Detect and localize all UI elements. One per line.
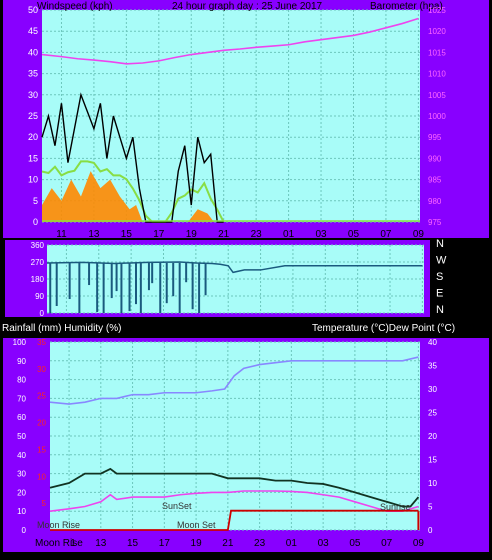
windspeed-tick: 15 [28, 153, 38, 163]
moon-rise-annotation: Moon Rise [37, 520, 80, 530]
rain-tick: 25 [37, 392, 46, 401]
humidity-tick: 100 [13, 338, 27, 347]
rain-tick: 5 [42, 499, 47, 508]
barometer-tick: 1025 [428, 6, 446, 15]
moon-set-annotation: Moon Set [177, 520, 216, 530]
top-x-tick: 15 [121, 229, 133, 240]
rain-tick: 20 [37, 419, 46, 428]
bottom-x-tick: 17 [159, 538, 171, 549]
temperature-dewpoint-title: Temperature (°C)Dew Point (°C) [312, 323, 455, 334]
direction-tick: 0 [40, 309, 45, 318]
weather-chart-canvas: Windspeed (kph) 24 hour graph day : 25 J… [0, 0, 492, 555]
temperature-tick: 30 [428, 385, 437, 394]
bottom-x-tick: 15 [127, 538, 139, 549]
top-x-tick: 03 [315, 229, 327, 240]
windspeed-tick: 35 [28, 69, 38, 79]
top-x-tick: 09 [413, 229, 425, 240]
top-x-tick: 01 [283, 229, 295, 240]
compass-label: S [436, 271, 443, 283]
barometer-tick: 980 [428, 197, 442, 206]
temperature-tick: 25 [428, 409, 437, 418]
rain-tick: 10 [37, 472, 46, 481]
bottom-x-tick: 23 [254, 538, 266, 549]
humidity-tick: 90 [17, 357, 26, 366]
top-x-tick: 13 [88, 229, 100, 240]
sunrise-annotation: Sunrise [380, 502, 411, 512]
temperature-tick: 10 [428, 479, 437, 488]
temperature-tick: 0 [428, 526, 433, 535]
compass-label: E [436, 288, 443, 300]
barometer-tick: 990 [428, 154, 442, 163]
temperature-tick: 40 [428, 338, 437, 347]
temperature-tick: 35 [428, 362, 437, 371]
direction-tick: 180 [31, 275, 45, 284]
top-x-tick: 17 [153, 229, 165, 240]
humidity-tick: 70 [17, 394, 26, 403]
windspeed-tick: 45 [28, 26, 38, 36]
barometer-tick: 1020 [428, 27, 446, 36]
windspeed-tick: 0 [33, 217, 38, 227]
top-x-tick: 05 [348, 229, 360, 240]
barometer-tick: 1005 [428, 91, 446, 100]
top-x-tick: 19 [186, 229, 198, 240]
windspeed-tick: 40 [28, 47, 38, 57]
top-x-tick: 23 [251, 229, 263, 240]
compass-label: N [436, 238, 444, 250]
chart-title: 24 hour graph day : 25 June 2017 [172, 1, 323, 12]
rain-humidity-title: Rainfall (mm) Humidity (%) [2, 323, 121, 334]
bottom-x-tick: 21 [222, 538, 234, 549]
humidity-tick: 20 [17, 488, 26, 497]
bottom-x-tick: 03 [318, 538, 330, 549]
bottom-x-tick: 09 [413, 538, 425, 549]
moon-rise-axis-prefix: Moon Rise [35, 538, 83, 549]
top-x-tick: 21 [218, 229, 230, 240]
bottom-x-tick: 05 [349, 538, 361, 549]
bottom-x-tick: 13 [95, 538, 107, 549]
humidity-tick: 50 [17, 432, 26, 441]
windspeed-tick: 25 [28, 111, 38, 121]
barometer-tick: 985 [428, 176, 442, 185]
direction-tick: 360 [31, 241, 45, 250]
direction-tick: 270 [31, 258, 45, 267]
barometer-tick: 1000 [428, 112, 446, 121]
barometer-tick: 1015 [428, 48, 446, 57]
temperature-tick: 5 [428, 503, 433, 512]
windspeed-tick: 5 [33, 196, 38, 206]
humidity-tick: 40 [17, 451, 26, 460]
sunset-annotation: SunSet [162, 501, 192, 511]
humidity-tick: 60 [17, 413, 26, 422]
barometer-tick: 995 [428, 133, 442, 142]
humidity-tick: 30 [17, 470, 26, 479]
humidity-tick: 10 [17, 507, 26, 516]
windspeed-axis-title: Windspeed (kph) [37, 1, 113, 12]
windspeed-tick: 10 [28, 175, 38, 185]
compass-label: W [436, 255, 447, 267]
temperature-tick: 20 [428, 432, 437, 441]
top-x-tick: 11 [56, 229, 67, 240]
bottom-x-tick: 07 [381, 538, 393, 549]
rain-tick: 35 [37, 338, 46, 347]
windspeed-tick: 50 [28, 5, 38, 15]
windspeed-tick: 20 [28, 132, 38, 142]
barometer-tick: 975 [428, 218, 442, 227]
barometer-tick: 1010 [428, 70, 446, 79]
bottom-x-tick: 01 [286, 538, 298, 549]
humidity-tick: 80 [17, 376, 26, 385]
compass-label: N [436, 304, 444, 316]
temperature-tick: 15 [428, 456, 437, 465]
bottom-x-tick: 19 [191, 538, 203, 549]
top-x-tick: 07 [380, 229, 392, 240]
direction-tick: 90 [35, 292, 44, 301]
humidity-tick: 0 [22, 526, 27, 535]
rain-tick: 15 [37, 445, 46, 454]
rain-tick: 30 [37, 365, 46, 374]
windspeed-tick: 30 [28, 90, 38, 100]
